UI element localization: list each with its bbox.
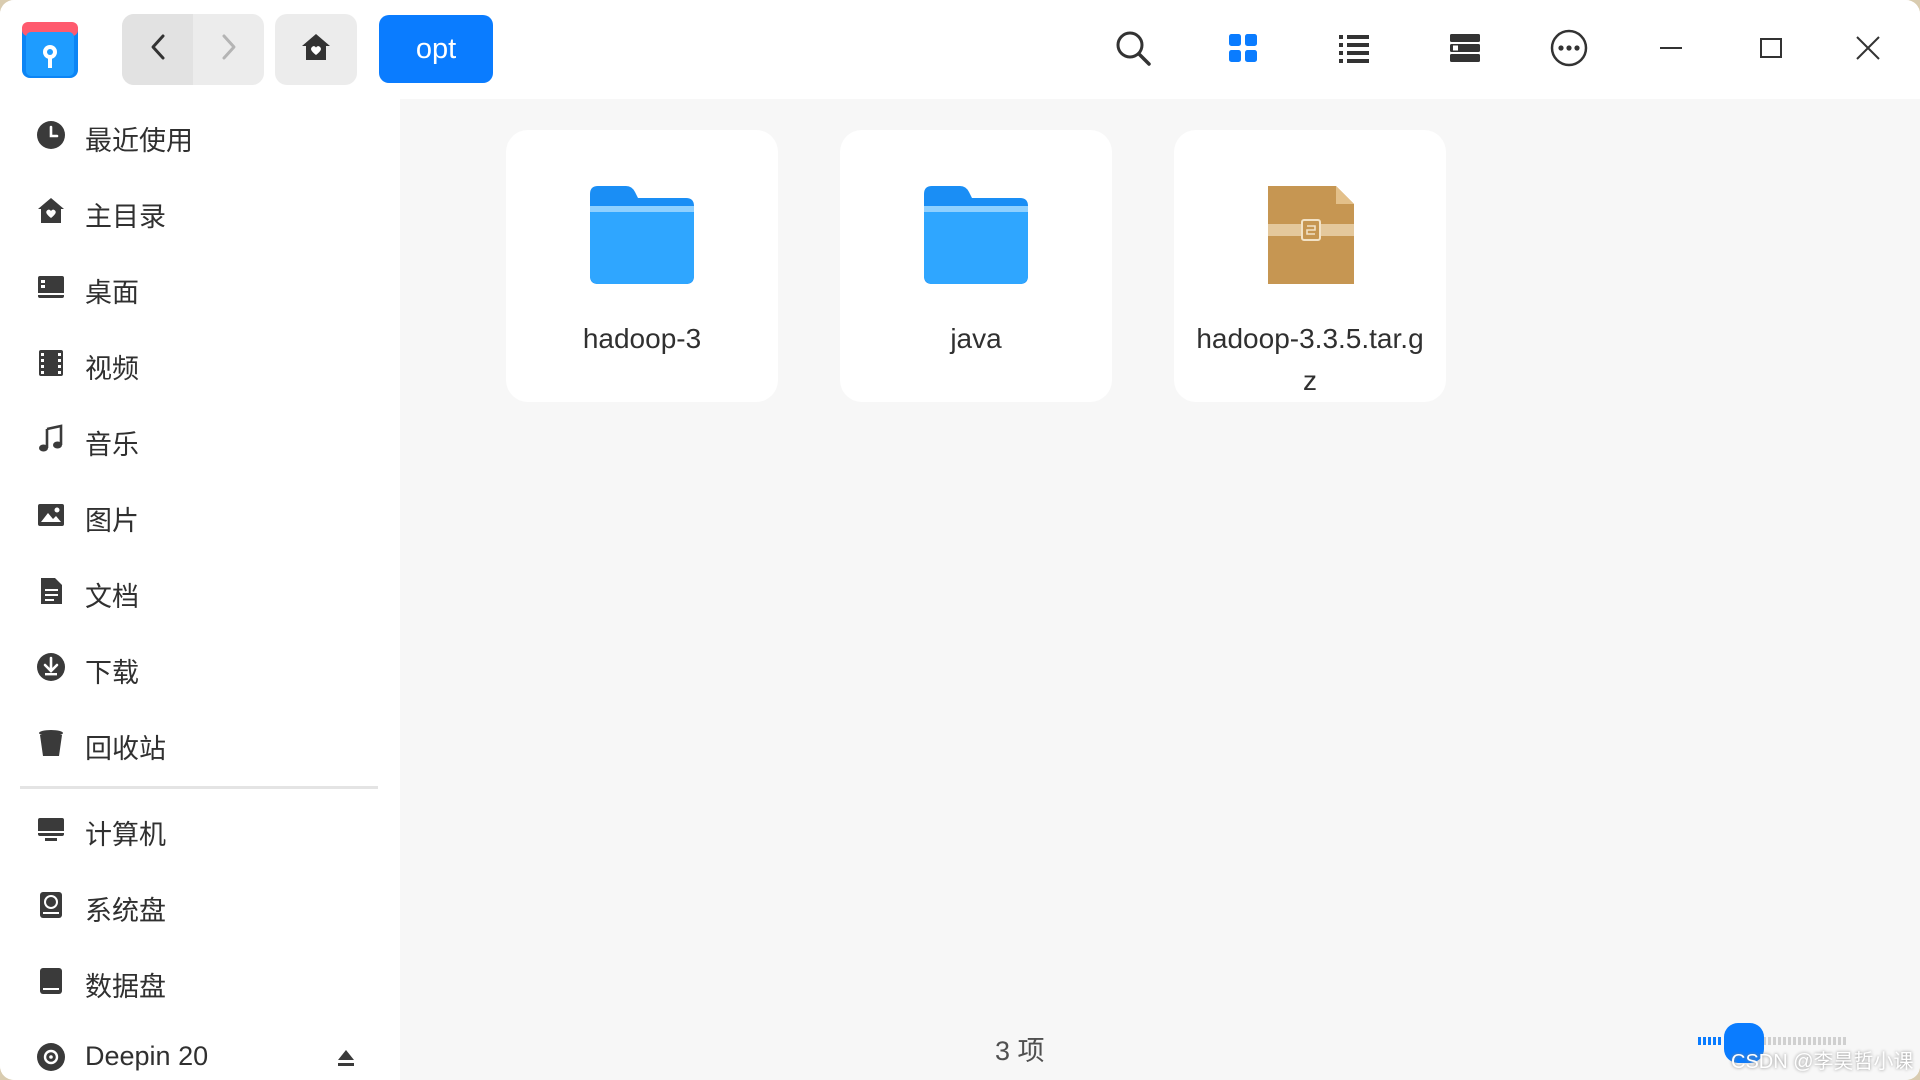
sidebar-item-system-disk[interactable]: 系统盘	[0, 875, 400, 937]
sidebar-item-label: 图片	[85, 506, 139, 536]
optical-disc-icon	[36, 1042, 66, 1072]
sidebar-item-label: 下载	[85, 658, 139, 688]
file-item-folder[interactable]: hadoop-3	[506, 130, 778, 402]
file-name: java	[950, 323, 1002, 354]
sidebar-item-label: 文档	[85, 582, 139, 612]
sidebar-item-data-disk[interactable]: 数据盘	[0, 951, 400, 1013]
picture-icon	[36, 500, 66, 530]
folder-icon	[582, 180, 702, 290]
navigation-buttons	[122, 14, 264, 85]
sidebar-item-computer[interactable]: 计算机	[0, 799, 400, 861]
minimize-button[interactable]	[1643, 22, 1699, 78]
forward-button[interactable]	[193, 14, 264, 85]
sidebar-item-downloads[interactable]: 下载	[0, 637, 400, 699]
sidebar-item-home[interactable]: 主目录	[0, 181, 400, 243]
eject-icon	[335, 1050, 357, 1073]
sidebar-item-label: 回收站	[85, 734, 166, 764]
sidebar-item-label: 桌面	[85, 278, 139, 308]
download-icon	[36, 652, 66, 682]
sidebar-item-trash[interactable]: 回收站	[0, 713, 400, 775]
computer-icon	[36, 814, 66, 844]
search-button[interactable]	[1105, 22, 1161, 78]
file-name: hadoop-3.3.5.tar.gz	[1196, 323, 1424, 396]
file-item-folder[interactable]: java	[840, 130, 1112, 402]
titlebar: opt	[0, 0, 1920, 99]
tree-view-icon	[1449, 33, 1481, 68]
home-icon	[300, 32, 332, 67]
list-view-icon	[1338, 33, 1370, 68]
recent-icon	[36, 120, 66, 150]
sidebar-item-videos[interactable]: 视频	[0, 333, 400, 395]
file-item-archive[interactable]: hadoop-3.3.5.tar.gz	[1174, 130, 1446, 402]
sidebar-divider	[20, 786, 378, 789]
search-icon	[1113, 28, 1153, 73]
close-button[interactable]	[1840, 22, 1896, 78]
sidebar-item-label: 系统盘	[85, 896, 166, 926]
desktop-icon	[36, 272, 66, 302]
tree-view-button[interactable]	[1437, 22, 1493, 78]
home-button[interactable]	[275, 14, 357, 85]
sidebar-item-documents[interactable]: 文档	[0, 561, 400, 623]
sidebar-item-label: 计算机	[85, 820, 166, 850]
more-icon	[1549, 28, 1589, 73]
sidebar-item-label: 主目录	[85, 202, 166, 232]
item-count: 3 项	[995, 1036, 1045, 1066]
sidebar-item-desktop[interactable]: 桌面	[0, 257, 400, 319]
file-name: hadoop-3	[582, 323, 702, 354]
maximize-icon	[1758, 35, 1784, 66]
sidebar-item-label: 最近使用	[85, 126, 193, 156]
close-icon	[1854, 34, 1882, 67]
sidebar: 最近使用 主目录 桌面 视频 音乐 图片 文档 下载 回收站 计算机 系统盘 数…	[0, 99, 400, 1080]
file-view: hadoop-3 java hadoop-3.3.5.tar.gz 3 项 CS…	[400, 99, 1920, 1080]
chevron-right-icon	[219, 33, 239, 66]
grid-view-icon	[1227, 32, 1259, 69]
data-disk-icon	[36, 966, 66, 996]
home-icon	[36, 196, 66, 226]
sidebar-item-recent[interactable]: 最近使用	[0, 105, 400, 167]
eject-button[interactable]	[335, 1047, 357, 1074]
archive-icon	[1250, 180, 1370, 290]
sidebar-item-label: Deepin 20	[85, 1041, 209, 1071]
system-disk-icon	[36, 890, 66, 920]
sidebar-item-label: 音乐	[85, 430, 139, 460]
video-icon	[36, 348, 66, 378]
document-icon	[36, 576, 66, 606]
watermark: CSDN @李昊哲小课	[1731, 1051, 1914, 1073]
sidebar-item-label: 数据盘	[85, 972, 166, 1002]
sidebar-item-label: 视频	[85, 354, 139, 384]
list-view-button[interactable]	[1326, 22, 1382, 78]
sidebar-item-pictures[interactable]: 图片	[0, 485, 400, 547]
breadcrumb-current[interactable]: opt	[379, 15, 493, 83]
back-button[interactable]	[122, 14, 193, 85]
file-manager-icon	[20, 18, 80, 80]
file-manager-window: opt 最近使用 主目录 桌面 视频 音乐 图片 文档 下载 回收站 计算机 系…	[0, 0, 1920, 1080]
chevron-left-icon	[148, 33, 168, 66]
maximize-button[interactable]	[1743, 22, 1799, 78]
folder-icon	[916, 180, 1036, 290]
sidebar-item-music[interactable]: 音乐	[0, 409, 400, 471]
minimize-icon	[1657, 34, 1685, 67]
more-options-button[interactable]	[1541, 22, 1597, 78]
grid-view-button[interactable]	[1215, 22, 1271, 78]
trash-icon	[36, 728, 66, 758]
music-icon	[36, 424, 66, 454]
